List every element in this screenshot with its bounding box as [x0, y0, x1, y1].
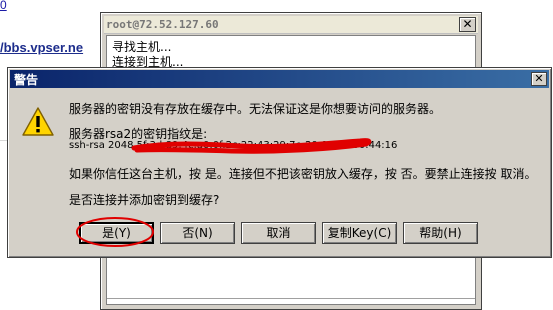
dialog-close-button[interactable]: ✕ [531, 72, 547, 86]
background-forum-link[interactable]: /bbs.vpser.ne [0, 40, 83, 55]
warning-icon [22, 107, 54, 136]
dialog-title: 警告 [14, 73, 39, 87]
yes-button[interactable]: 是(Y) [79, 222, 154, 244]
putty-title-bar: root@72.52.127.60 ✕ [104, 16, 478, 34]
background-link-fragment[interactable]: 0 [0, 0, 14, 12]
security-alert-dialog: 警告 ✕ 服务器的密钥没有存放在缓存中。无法保证这是你想要访问的服务器。 服务器… [7, 67, 552, 258]
message-question: 是否连接并添加密钥到缓存? [69, 193, 220, 207]
cancel-button[interactable]: 取消 [241, 222, 316, 244]
putty-close-button[interactable]: ✕ [459, 17, 476, 32]
message-unknown-key: 服务器的密钥没有存放在缓存中。无法保证这是你想要访问的服务器。 [69, 102, 442, 116]
help-button[interactable]: 帮助(H) [403, 222, 478, 244]
no-button[interactable]: 否(N) [160, 222, 235, 244]
message-instructions: 如果你信任这台主机，按 是。连接但不把该密钥放入缓存，按 否。要禁止连接按 取消… [69, 167, 537, 181]
dialog-title-bar: 警告 ✕ [10, 70, 549, 88]
message-fingerprint-value: ssh-rsa 2048 5f:3d:89:4c:a0:0f:2c:22:43:… [69, 140, 398, 151]
putty-window-title: root@72.52.127.60 [106, 18, 219, 31]
copy-key-button[interactable]: 复制Key(C) [322, 222, 397, 244]
terminal-divider [107, 298, 475, 299]
